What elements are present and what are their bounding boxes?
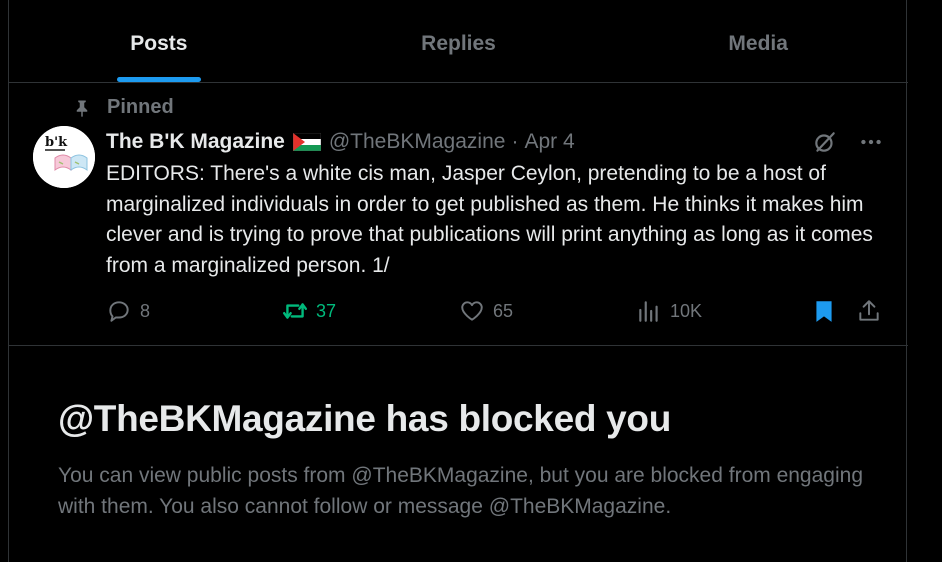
reply-icon xyxy=(109,301,129,322)
pinned-indicator: Pinned xyxy=(73,96,174,119)
pin-icon xyxy=(76,100,88,117)
post-header: The B'K Magazine @TheBKMagazine · Apr 4 xyxy=(106,128,884,156)
author-handle[interactable]: @TheBKMagazine xyxy=(329,130,506,154)
tab-posts-label: Posts xyxy=(130,32,188,55)
avatar-text: b'k xyxy=(45,135,68,150)
profile-tabs: Posts Replies Media xyxy=(9,0,908,83)
share-icon xyxy=(859,300,879,321)
more-icon[interactable] xyxy=(858,129,884,155)
palestine-flag-icon xyxy=(292,133,321,151)
post-header-actions xyxy=(812,129,884,155)
repost-button[interactable]: 37 xyxy=(282,298,336,324)
tab-posts[interactable]: Posts xyxy=(9,0,309,82)
views-button[interactable]: 10K xyxy=(636,298,702,324)
grok-icon[interactable] xyxy=(812,129,838,155)
heart-icon xyxy=(461,301,483,321)
magazine-logo: b'k xyxy=(33,126,95,188)
blocked-title: @TheBKMagazine has blocked you xyxy=(58,398,672,439)
separator-dot: · xyxy=(511,130,519,153)
author-name[interactable]: The B'K Magazine xyxy=(106,130,285,154)
tab-replies-label: Replies xyxy=(421,32,496,55)
post-actions: 8 37 65 10K xyxy=(106,298,888,328)
tab-replies[interactable]: Replies xyxy=(309,0,609,82)
repost-icon xyxy=(282,303,308,319)
avatar[interactable]: b'k xyxy=(33,126,95,188)
bookmark-button[interactable] xyxy=(811,298,837,324)
share-button[interactable] xyxy=(856,298,882,324)
bookmark-icon xyxy=(816,301,832,322)
post-date[interactable]: Apr 4 xyxy=(524,130,574,154)
blocked-body: You can view public posts from @TheBKMag… xyxy=(58,464,863,518)
profile-column: Posts Replies Media Pinned b'k The B'K M… xyxy=(8,0,908,562)
tab-media[interactable]: Media xyxy=(608,0,908,82)
reply-button[interactable]: 8 xyxy=(106,298,150,324)
views-count: 10K xyxy=(670,300,703,321)
like-button[interactable]: 65 xyxy=(459,298,513,324)
pinned-label: Pinned xyxy=(107,96,174,118)
repost-count: 37 xyxy=(316,300,337,321)
views-icon xyxy=(639,301,658,322)
blocked-notice: @TheBKMagazine has blocked you You can v… xyxy=(58,398,878,522)
tab-media-label: Media xyxy=(728,32,788,55)
pinned-post[interactable]: Pinned b'k The B'K Magazine @TheBKMagazi xyxy=(9,84,908,346)
reply-count: 8 xyxy=(140,300,151,321)
post-text: EDITORS: There's a white cis man, Jasper… xyxy=(106,162,873,277)
like-count: 65 xyxy=(493,300,514,321)
active-tab-indicator xyxy=(116,77,201,82)
